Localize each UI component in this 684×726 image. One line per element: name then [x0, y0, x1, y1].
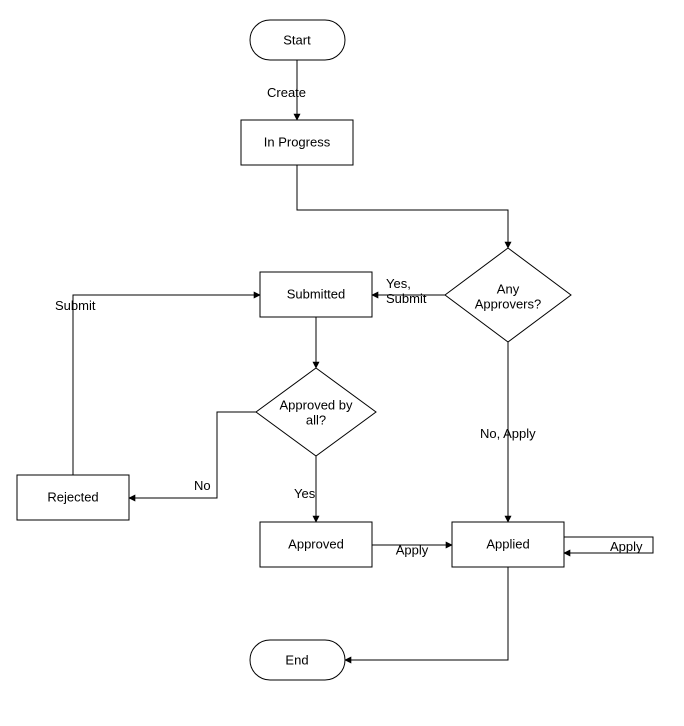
label-rejected: Rejected: [47, 489, 98, 504]
node-approved-by-all: Approved by all?: [256, 368, 376, 456]
label-any-approvers-2: Approvers?: [475, 296, 541, 311]
label-approvedbyall-1: Approved by: [280, 397, 353, 412]
label-approved: Approved: [288, 536, 344, 551]
edge-yes-submit: Yes, Submit: [372, 276, 445, 306]
node-any-approvers: Any Approvers?: [445, 248, 571, 342]
label-in-progress: In Progress: [264, 134, 331, 149]
label-end: End: [285, 652, 308, 667]
edge-yes: Yes: [294, 456, 316, 522]
label-apply-loop: Apply: [610, 539, 643, 554]
label-yes: Yes: [294, 486, 316, 501]
edge-create: Create: [267, 60, 306, 120]
label-apply-inner: Apply: [396, 542, 429, 557]
label-approvedbyall-2: all?: [306, 412, 326, 427]
node-start: Start: [250, 20, 345, 60]
node-submitted: Submitted: [260, 272, 372, 317]
node-applied: Applied: [452, 522, 564, 567]
edge-inprogress-anyapprovers: [297, 165, 508, 248]
label-yes-submit-2: Submit: [386, 291, 427, 306]
node-end: End: [250, 640, 345, 680]
label-no: No: [194, 478, 211, 493]
edge-applied-end: [345, 567, 508, 660]
edge-apply-inner: Apply: [372, 542, 452, 557]
label-any-approvers-1: Any: [497, 281, 520, 296]
node-rejected: Rejected: [17, 475, 129, 520]
label-start: Start: [283, 32, 311, 47]
label-yes-submit-1: Yes,: [386, 276, 411, 291]
label-create: Create: [267, 85, 306, 100]
edge-apply-loop: Apply: [564, 537, 653, 554]
edge-no: No: [129, 412, 256, 498]
node-approved: Approved: [260, 522, 372, 567]
label-submit: Submit: [55, 298, 96, 313]
label-no-apply: No, Apply: [480, 426, 536, 441]
edge-submit: Submit: [55, 295, 260, 475]
label-submitted: Submitted: [287, 286, 346, 301]
edge-no-apply: No, Apply: [480, 342, 536, 522]
node-in-progress: In Progress: [241, 120, 353, 165]
label-applied: Applied: [486, 536, 529, 551]
